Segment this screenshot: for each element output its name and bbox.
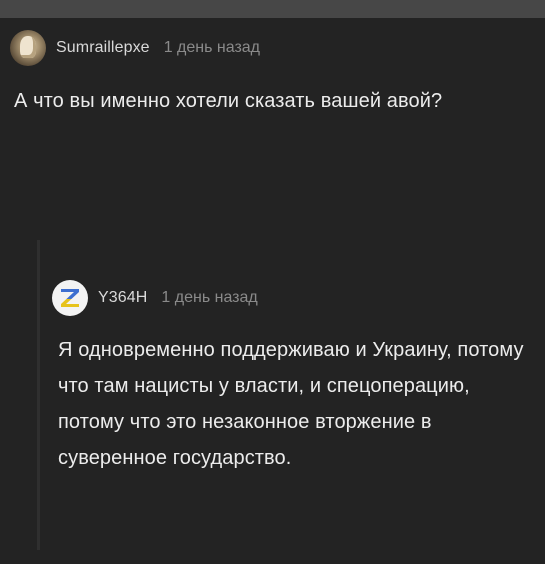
comment-timestamp: 1 день назад [161,289,258,306]
user-avatar[interactable] [52,280,88,316]
comment-header: Y364H 1 день назад [52,280,540,316]
comment-text: Я одновременно поддерживаю и Украину, по… [58,339,524,469]
comment-timestamp: 1 день назад [163,39,261,56]
comment-author[interactable]: Y364H [98,289,147,307]
comment-text: А что вы именно хотели сказать вашей аво… [14,90,443,112]
comment-2: Y364H 1 день назад Я одновременно поддер… [52,280,540,476]
comment-author[interactable]: Sumraillepxe [56,39,150,57]
user-avatar[interactable] [10,30,46,66]
avatar-image [20,36,36,58]
z-letter-icon [61,289,79,307]
comment-1: Sumraillepxe 1 день назад А что вы именн… [10,30,535,118]
thread-line [37,240,40,550]
comment-header: Sumraillepxe 1 день назад [10,30,535,66]
top-strip [0,0,545,18]
